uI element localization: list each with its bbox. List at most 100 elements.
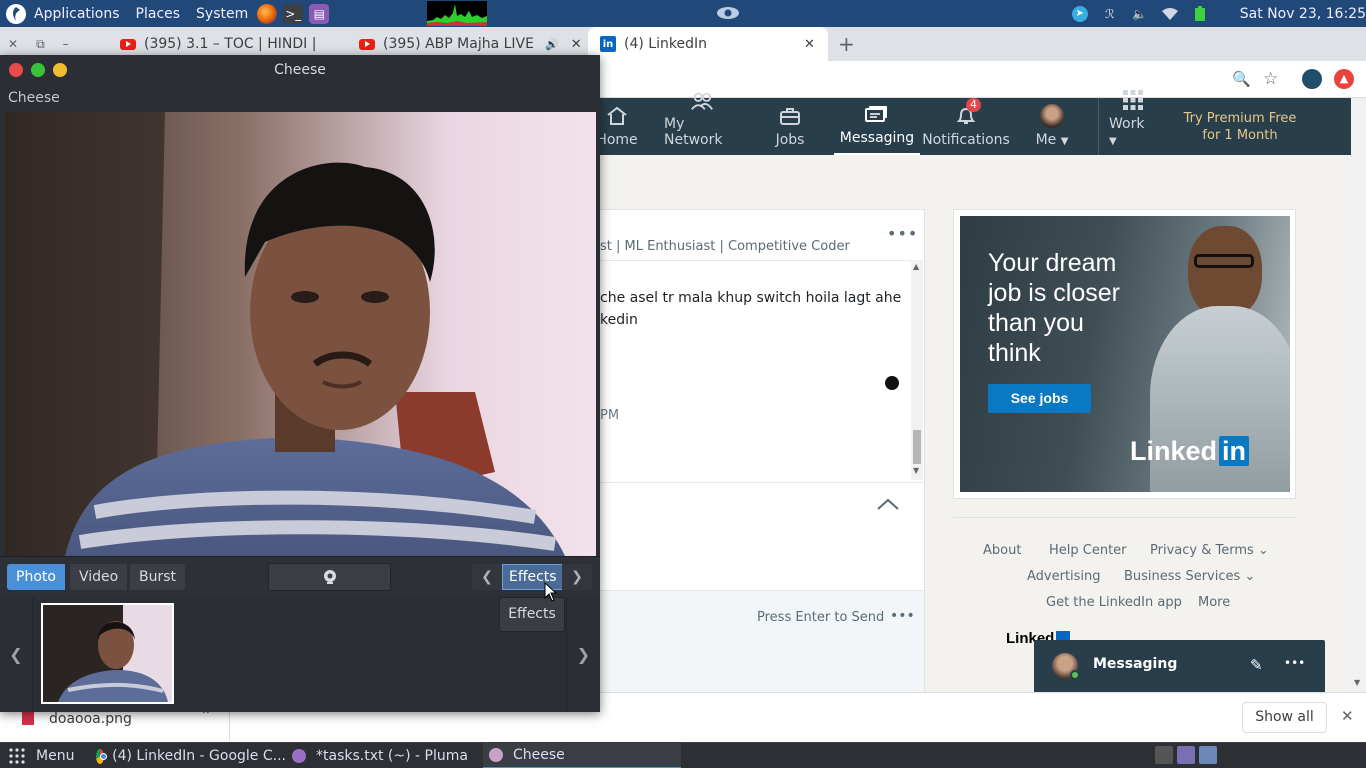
top-panel: Applications Places System >_ ▤ ➤ ℛ 🔈 Sa… bbox=[0, 0, 1366, 27]
footer-privacy-link[interactable]: Privacy & Terms ⌄ bbox=[1150, 543, 1269, 558]
compose-icon[interactable]: ✎ bbox=[1250, 656, 1263, 674]
footer-about-link[interactable]: About bbox=[983, 543, 1021, 558]
clock[interactable]: Sat Nov 23, 16:25 bbox=[1240, 6, 1366, 22]
ad-card: Your dream job is closer than you think … bbox=[953, 209, 1296, 499]
page-scrollbar[interactable]: ▼ bbox=[1351, 98, 1366, 692]
nav-home-label: Home bbox=[596, 132, 638, 148]
nav-work[interactable]: Work ▼ bbox=[1098, 90, 1156, 155]
tab-title: (395) ABP Majha LIVE bbox=[383, 36, 533, 52]
chevron-down-icon: ⌄ bbox=[1244, 569, 1256, 584]
nav-work-label: Work bbox=[1109, 116, 1145, 132]
maximize-button[interactable] bbox=[31, 63, 45, 77]
nav-my-network[interactable]: My Network bbox=[664, 92, 740, 155]
footer-business-link[interactable]: Business Services ⌄ bbox=[1124, 569, 1255, 584]
nav-home[interactable]: Home bbox=[596, 98, 638, 155]
update-icon[interactable]: ▲ bbox=[1334, 69, 1354, 89]
scroll-thumb[interactable] bbox=[913, 430, 921, 464]
zoom-icon[interactable]: 🔍 bbox=[1232, 70, 1251, 88]
ad-line: think bbox=[988, 339, 1041, 367]
premium-line1: Try Premium Free bbox=[1183, 111, 1297, 126]
nav-messaging[interactable]: Messaging bbox=[834, 98, 920, 155]
nav-jobs[interactable]: Jobs bbox=[772, 98, 808, 155]
cheese-tray-icon[interactable] bbox=[1177, 746, 1195, 764]
tab-close-icon[interactable]: ✕ bbox=[804, 37, 815, 52]
bottom-taskbar: Menu (4) LinkedIn - Google C... *tasks.t… bbox=[0, 742, 1366, 768]
tab-close-icon[interactable]: ✕ bbox=[571, 37, 582, 52]
minimize-window-icon[interactable]: – bbox=[63, 37, 69, 51]
burst-mode-button[interactable]: Burst bbox=[130, 564, 186, 590]
nav-me[interactable]: Me ▼ bbox=[1032, 98, 1072, 155]
terminal-icon[interactable]: >_ bbox=[283, 3, 304, 24]
footer-advertising-link[interactable]: Advertising bbox=[1027, 569, 1101, 584]
restore-window-icon[interactable]: ⧉ bbox=[36, 37, 45, 52]
messaging-label: Messaging bbox=[1093, 656, 1178, 672]
audio-playing-icon[interactable]: 🔊 bbox=[545, 38, 559, 51]
wifi-icon[interactable] bbox=[1161, 6, 1178, 22]
system-menu[interactable]: System bbox=[190, 0, 254, 27]
nav-me-label: Me bbox=[1035, 132, 1057, 148]
video-mode-button[interactable]: Video bbox=[70, 564, 128, 590]
applications-menu[interactable]: Applications bbox=[0, 0, 126, 27]
footer-app-link[interactable]: Get the LinkedIn app bbox=[1046, 595, 1182, 610]
distro-logo-icon bbox=[6, 3, 26, 24]
collapse-chevron-icon[interactable] bbox=[876, 497, 900, 511]
bluetooth-icon[interactable]: ℛ bbox=[1102, 6, 1118, 22]
conversation-more-icon[interactable]: ••• bbox=[887, 224, 918, 243]
bookmark-star-icon[interactable]: ☆ bbox=[1263, 69, 1278, 89]
chrome-tray-icon[interactable] bbox=[1199, 746, 1217, 764]
tab-title: (4) LinkedIn bbox=[624, 36, 707, 52]
messaging-overlay-bar[interactable]: Messaging ✎ ••• bbox=[1034, 640, 1325, 692]
previous-effects-button[interactable]: ❮ bbox=[472, 564, 502, 590]
new-tab-button[interactable]: + bbox=[838, 27, 858, 61]
task-cheese[interactable]: Cheese bbox=[483, 743, 681, 768]
nav-network-label: My Network bbox=[664, 116, 723, 148]
messaging-more-icon[interactable]: ••• bbox=[1284, 656, 1305, 670]
thread-scrollbar[interactable]: ▲ ▼ bbox=[911, 260, 923, 480]
nav-notifications[interactable]: 4 Notifications bbox=[922, 98, 1010, 155]
profile-avatar-icon[interactable] bbox=[1302, 69, 1322, 89]
nav-notifications-label: Notifications bbox=[922, 132, 1010, 148]
photo-thumbnail[interactable] bbox=[41, 603, 174, 704]
volume-icon[interactable]: 🔈 bbox=[1132, 6, 1148, 22]
footer-more-link[interactable]: More bbox=[1198, 595, 1230, 610]
thumb-prev-arrow-icon[interactable]: ❮ bbox=[0, 597, 33, 712]
telegram-icon[interactable]: ➤ bbox=[1071, 5, 1088, 22]
home-icon bbox=[605, 105, 629, 127]
send-options-icon[interactable]: ••• bbox=[890, 608, 915, 624]
take-photo-button[interactable] bbox=[268, 563, 391, 591]
show-all-button[interactable]: Show all bbox=[1242, 702, 1327, 733]
webcam-preview bbox=[5, 112, 596, 556]
try-premium-link[interactable]: Try Premium Free for 1 Month bbox=[1180, 110, 1300, 144]
thumb-next-arrow-icon[interactable]: ❯ bbox=[566, 597, 600, 712]
close-window-icon[interactable]: ✕ bbox=[8, 37, 18, 51]
footer-help-link[interactable]: Help Center bbox=[1049, 543, 1127, 558]
task-pluma[interactable]: *tasks.txt (~) - Pluma bbox=[292, 743, 472, 768]
ad-banner[interactable]: Your dream job is closer than you think … bbox=[960, 216, 1290, 492]
cheese-app-icon bbox=[489, 748, 503, 762]
cheese-titlebar[interactable]: Cheese bbox=[0, 55, 600, 85]
scroll-down-arrow-icon[interactable]: ▼ bbox=[913, 466, 919, 475]
press-enter-to-send[interactable]: Press Enter to Send bbox=[757, 610, 884, 625]
tab-linkedin[interactable]: in (4) LinkedIn ✕ bbox=[588, 27, 828, 61]
next-effects-button[interactable]: ❯ bbox=[562, 564, 592, 590]
nav-me-label-wrap: Me ▼ bbox=[1036, 132, 1069, 148]
menu-button[interactable]: Menu bbox=[8, 743, 88, 768]
file-icon bbox=[22, 711, 34, 725]
minimize-button[interactable] bbox=[53, 63, 67, 77]
photo-mode-button[interactable]: Photo bbox=[7, 564, 65, 590]
places-menu[interactable]: Places bbox=[130, 0, 187, 27]
task-chrome[interactable]: (4) LinkedIn - Google C... bbox=[96, 743, 286, 768]
scroll-up-arrow-icon[interactable]: ▲ bbox=[913, 262, 919, 271]
scroll-down-arrow-icon[interactable]: ▼ bbox=[1354, 678, 1360, 687]
close-button[interactable] bbox=[9, 63, 23, 77]
battery-icon[interactable] bbox=[1192, 5, 1208, 22]
close-download-shelf-icon[interactable]: ✕ bbox=[1341, 707, 1354, 725]
firefox-icon[interactable] bbox=[257, 3, 278, 24]
cheese-app-menu[interactable]: Cheese bbox=[0, 85, 600, 112]
briefcase-icon bbox=[778, 105, 802, 127]
compose-area[interactable] bbox=[600, 482, 924, 590]
network-manager-icon[interactable] bbox=[1155, 746, 1173, 764]
see-jobs-button[interactable]: See jobs bbox=[988, 384, 1091, 413]
task-title: (4) LinkedIn - Google C... bbox=[112, 748, 286, 764]
text-editor-icon[interactable]: ▤ bbox=[309, 3, 330, 24]
